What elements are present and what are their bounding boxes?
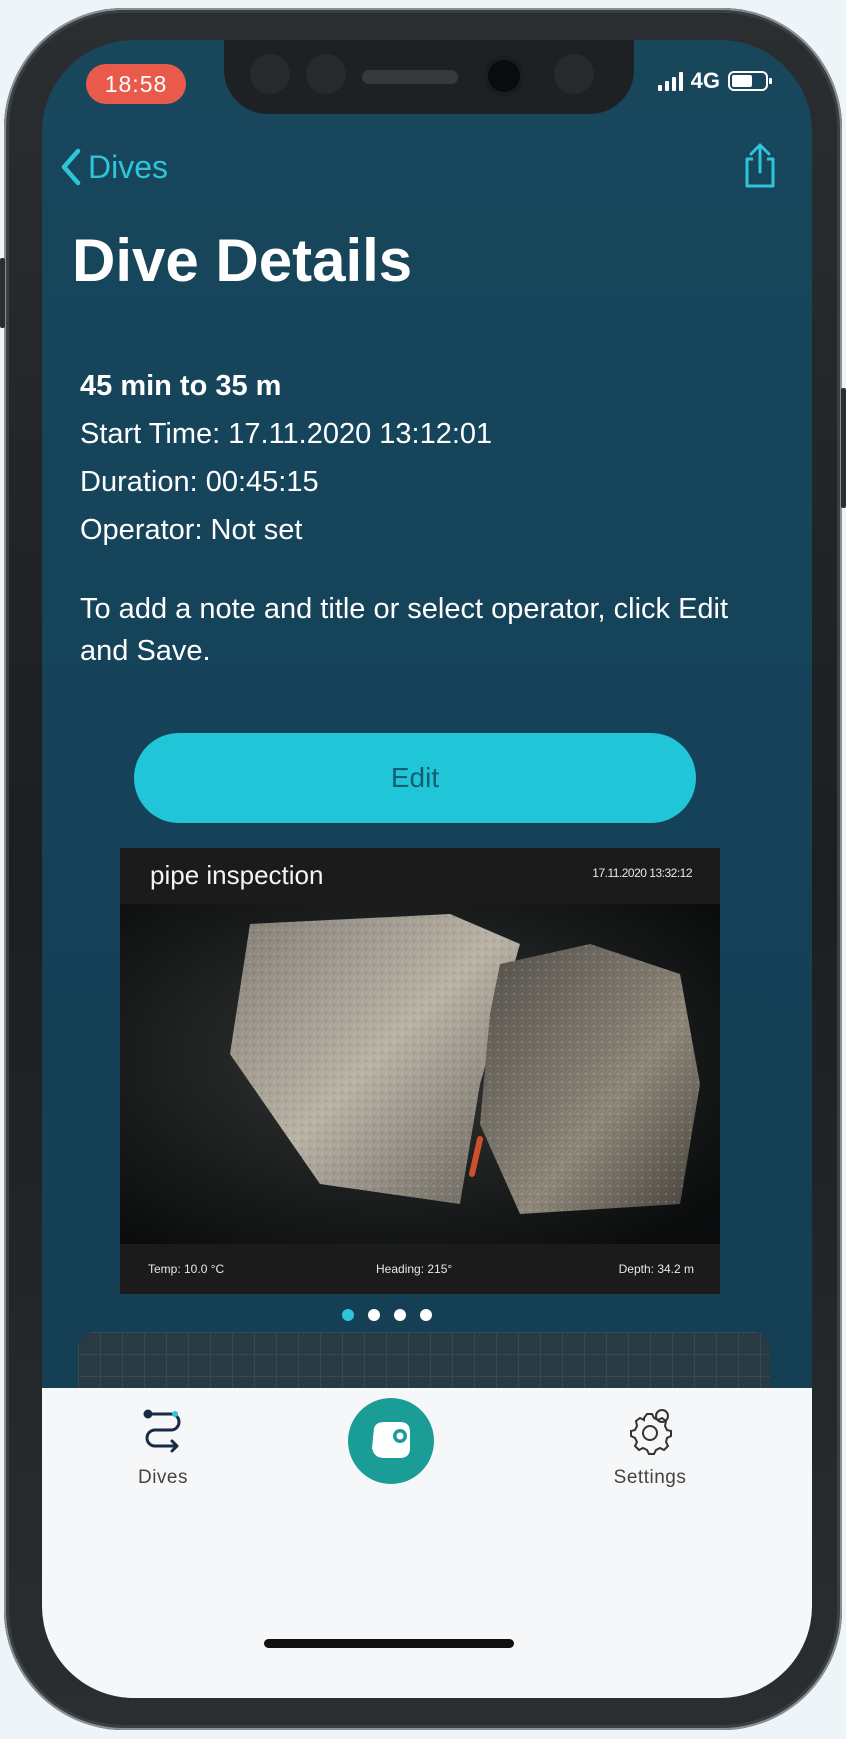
carousel-dots xyxy=(342,1309,432,1321)
dive-info: 45 min to 35 m Start Time: 17.11.2020 13… xyxy=(80,362,492,554)
share-icon xyxy=(745,143,775,188)
media-temp: Temp: 10.0 °C xyxy=(148,1262,225,1276)
battery-icon xyxy=(728,71,772,91)
gear-icon xyxy=(630,1409,672,1455)
underwater-photo xyxy=(120,904,720,1244)
back-button[interactable]: Dives xyxy=(60,148,168,186)
media-depth: Depth: 34.2 m xyxy=(618,1262,694,1276)
carousel-dot[interactable] xyxy=(368,1309,380,1321)
tab-settings[interactable]: Settings xyxy=(590,1404,710,1489)
front-camera xyxy=(488,60,520,92)
tab-dives[interactable]: Dives xyxy=(118,1408,208,1489)
tab-settings-label: Settings xyxy=(613,1467,687,1488)
media-preview[interactable]: pipe inspection 17.11.2020 13:32:12 Temp… xyxy=(120,848,720,1294)
status-time: 18:58 xyxy=(86,64,186,104)
phone-frame: 18:58 4G Dives Dive Details 45 min to 35… xyxy=(0,8,846,1730)
chevron-left-icon xyxy=(61,148,81,186)
sensor-dot xyxy=(306,54,346,94)
dive-headline: 45 min to 35 m xyxy=(80,370,282,402)
status-indicators: 4G xyxy=(657,68,772,94)
speaker-grille xyxy=(362,70,458,84)
page-title: Dive Details xyxy=(72,227,413,294)
edit-button[interactable]: Edit xyxy=(134,733,696,823)
carousel-dot[interactable] xyxy=(420,1309,432,1321)
carousel-dot[interactable] xyxy=(394,1309,406,1321)
notch xyxy=(224,40,634,114)
tab-bar: Dives Settings xyxy=(42,1388,812,1698)
media-title: pipe inspection xyxy=(150,860,324,890)
sensor-dot xyxy=(250,54,290,94)
media-heading: Heading: 215° xyxy=(376,1262,453,1276)
drone-icon xyxy=(372,1422,410,1458)
network-type: 4G xyxy=(690,68,720,93)
media-header: pipe inspection 17.11.2020 13:32:12 xyxy=(120,848,720,904)
app-screen: 18:58 4G Dives Dive Details 45 min to 35… xyxy=(42,40,812,1698)
dive-operator: Operator: Not set xyxy=(80,514,303,546)
media-footer: Temp: 10.0 °C Heading: 215° Depth: 34.2 … xyxy=(120,1244,720,1294)
route-icon xyxy=(143,1409,181,1453)
home-indicator xyxy=(264,1639,514,1648)
share-button[interactable] xyxy=(742,142,778,195)
tab-dives-label: Dives xyxy=(137,1467,188,1488)
dive-start-time: Start Time: 17.11.2020 13:12:01 xyxy=(80,418,493,450)
media-timestamp: 17.11.2020 13:32:12 xyxy=(592,866,692,880)
dive-duration: Duration: 00:45:15 xyxy=(80,466,319,498)
carousel-dot[interactable] xyxy=(342,1309,354,1321)
center-action-button[interactable] xyxy=(348,1398,434,1484)
back-label: Dives xyxy=(88,148,169,185)
signal-icon xyxy=(657,71,683,91)
sensor-dot xyxy=(554,54,594,94)
edit-hint-text: To add a note and title or select operat… xyxy=(80,593,729,667)
